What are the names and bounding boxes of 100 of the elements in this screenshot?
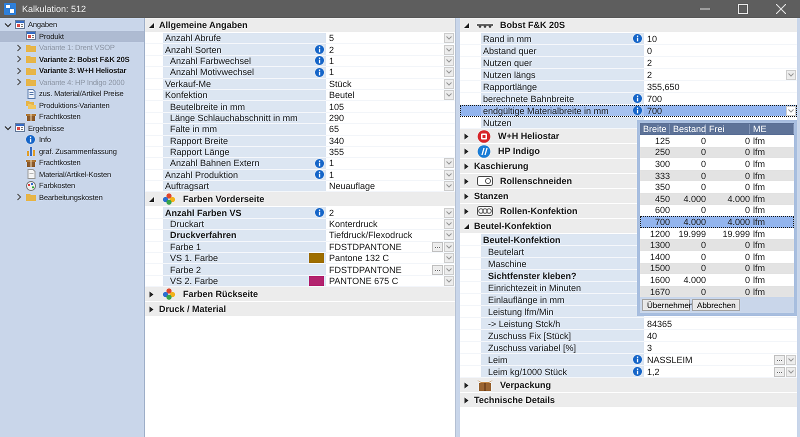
property-label: Anzahl Bahnen Extern	[169, 158, 261, 168]
property-label: Leim kg/1000 Stück	[487, 366, 568, 376]
property-label: Rapport Länge	[169, 147, 231, 158]
property-label: Rapport Breite	[169, 136, 230, 146]
property-value: 84365	[646, 318, 674, 328]
property-value: Pantone 132 C	[328, 253, 390, 264]
property-label: Auftragsart	[164, 181, 210, 192]
property-label: VS 2. Farbe	[169, 276, 220, 286]
property-label: Zuschuss variabel [%]	[487, 342, 578, 352]
property-value: Stück	[328, 78, 353, 89]
property-label: Beutelbreite in mm	[169, 102, 246, 112]
property-label: Nutzen	[482, 118, 513, 128]
table-cell-text: 450	[654, 194, 670, 204]
property-value: 2	[328, 208, 336, 218]
table-cell-text: lfm	[752, 286, 766, 297]
property-value: Konterdruck	[328, 219, 379, 230]
property-value: 1	[328, 170, 336, 180]
property-value: 0	[646, 46, 654, 56]
table-cell-text: 4.000	[726, 194, 750, 204]
section-title: Bobst F&K 20S	[500, 20, 566, 30]
table-cell-text: 300	[654, 158, 670, 169]
table-cell-text: 0	[744, 286, 750, 297]
property-label: Farbe 1	[169, 242, 202, 252]
property-value: Tiefdruck/Flexodruck	[328, 230, 414, 240]
property-label: endgültige Materialbreite in mm	[482, 106, 610, 116]
table-cell-text: 0	[700, 205, 706, 216]
property-label: Länge Schlauchabschnitt in mm	[169, 112, 299, 123]
property-label: berechnete Bahnbreite	[482, 94, 576, 104]
section-title: HP Indigo	[498, 146, 540, 156]
property-value: FDSTDPANTONE	[328, 242, 403, 252]
property-label: Druckart	[169, 219, 206, 230]
property-label: Farbe 2	[169, 264, 202, 275]
table-cell-text: lfm	[752, 147, 766, 158]
table-cell-text: 4.000	[682, 216, 706, 227]
property-label: Beutelart	[487, 246, 526, 256]
property-value: 2	[328, 44, 336, 55]
property-label: Anzahl Produktion	[164, 170, 240, 180]
property-value: 1,2	[646, 366, 661, 376]
property-value: 2	[646, 70, 654, 80]
property-value: 65	[328, 124, 340, 134]
table-cell-text: 0	[700, 158, 706, 169]
column-header: ME	[750, 124, 794, 134]
property-value: 700	[646, 106, 664, 116]
column-header: Bestand	[670, 124, 706, 134]
table-cell-text: 0	[744, 158, 750, 169]
property-label: Sichtfenster kleben?	[487, 270, 578, 280]
table-cell-text: lfm	[752, 194, 766, 204]
table-cell-text: 250	[654, 147, 670, 158]
property-label: Zuschuss Fix [Stück]	[487, 330, 572, 340]
property-label: Rapportlänge	[482, 82, 538, 92]
property-value: 700	[646, 94, 664, 104]
property-value: 5	[328, 33, 336, 44]
section-title: W+H Heliostar	[498, 131, 560, 141]
table-cell-text: lfm	[752, 274, 766, 285]
table-cell-text: 0	[744, 274, 750, 285]
property-label: Anzahl Sorten	[164, 44, 223, 55]
property-value: 1	[328, 67, 336, 78]
property-value: 40	[646, 330, 658, 340]
section-title: Farben Rückseite	[183, 289, 258, 300]
table-cell-text: 0	[700, 147, 706, 158]
property-label: Anzahl Abrufe	[164, 33, 222, 44]
property-label: Verkauf-Me	[164, 78, 212, 89]
section-title: Rollen-Konfektion	[500, 206, 578, 216]
section-title: Verpackung	[500, 380, 552, 390]
table-cell-text: 4.000	[682, 274, 706, 285]
section-title: Farben Vorderseite	[183, 194, 264, 204]
property-label: Einlauflänge in mm	[487, 294, 566, 304]
property-value: 3	[646, 342, 654, 352]
property-value: 1	[328, 56, 336, 66]
section-title: Druck / Material	[159, 304, 226, 314]
section-title: Technische Details	[474, 395, 555, 405]
property-value: 355	[328, 147, 346, 158]
property-label: Falte in mm	[169, 124, 218, 134]
table-cell-text: 600	[654, 205, 670, 216]
column-header: Breite	[640, 124, 670, 134]
table-cell-text: 1600	[648, 274, 670, 285]
property-label: -> Leistung Stck/h	[487, 318, 562, 328]
property-value: 290	[328, 112, 346, 123]
table-cell-text: 125	[654, 136, 670, 146]
table-cell-text: 0	[744, 136, 750, 146]
table-cell-text: lfm	[752, 216, 766, 227]
section-title: Beutel-Konfektion	[474, 221, 552, 231]
property-label: Druckverfahren	[169, 230, 238, 240]
table-cell-text: 0	[700, 136, 706, 146]
table-cell-text: lfm	[752, 136, 766, 146]
property-label: Beutel-Konfektion	[482, 234, 562, 244]
table-cell-text: lfm	[752, 158, 766, 169]
property-label: Maschine	[487, 258, 528, 268]
property-label: Rand in mm	[482, 34, 533, 44]
property-label: Leistung lfm/Min	[487, 306, 555, 316]
property-value: 105	[328, 102, 346, 112]
property-value: 10	[646, 34, 658, 44]
table-cell-text: 700	[654, 216, 670, 227]
property-value: Beutel	[328, 90, 356, 100]
table-cell-text: 1670	[648, 286, 670, 297]
property-label: Abstand quer	[482, 46, 538, 56]
table-cell-text: 0	[744, 147, 750, 158]
property-label: Konfektion	[164, 90, 209, 100]
table-cell-text: lfm	[752, 205, 766, 216]
property-label: Leim	[487, 354, 509, 364]
